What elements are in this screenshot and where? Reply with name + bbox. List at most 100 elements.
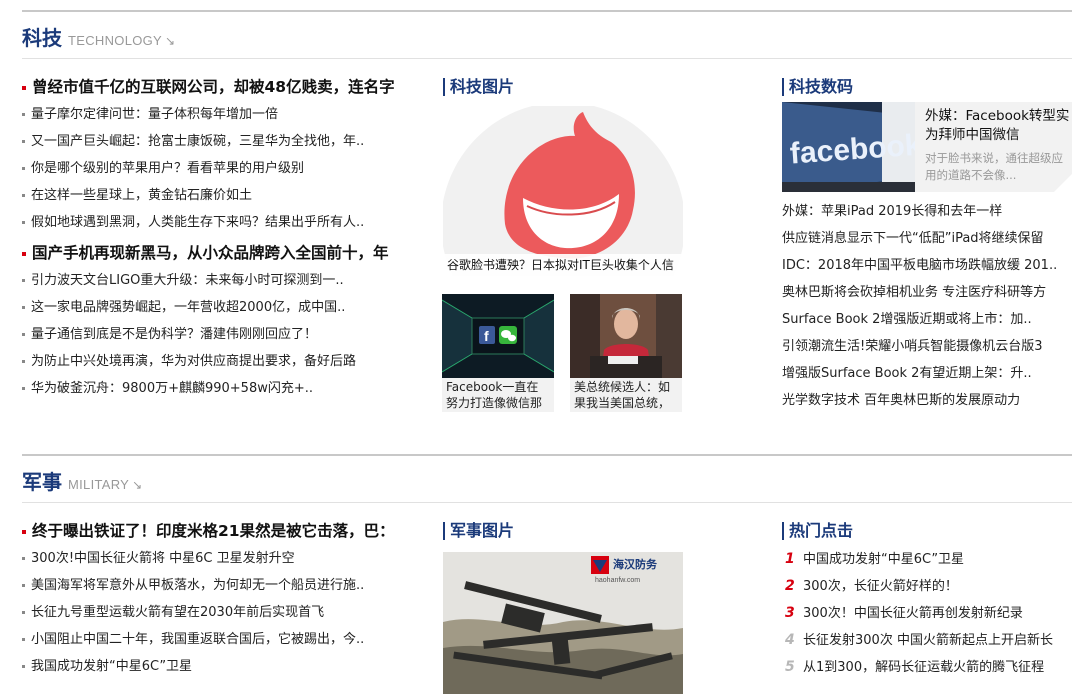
chat-bubble-logo-image — [443, 106, 683, 276]
hot-list-item[interactable]: 3 300次！中国长征火箭再创发射新纪录 — [782, 600, 1072, 627]
news-link[interactable]: 你是哪个级别的苹果用户？看看苹果的用户级别 — [22, 155, 414, 182]
hot-list-item[interactable]: 1 中国成功发射“中星6C”卫星 — [782, 546, 1072, 573]
news-link[interactable]: Surface Book 2增强版近期或将上市：加.. — [782, 306, 1072, 333]
rank-number: 1 — [785, 551, 795, 567]
digital-news-list: 外媒：苹果iPad 2019长得和去年一样 供应链消息显示下一代“低配”iPad… — [782, 198, 1072, 414]
hot-item-text: 从1到300，解码长征运载火箭的腾飞征程 — [803, 660, 1045, 675]
facebook-wechat-phone-image: f — [442, 294, 554, 378]
news-link[interactable]: 华为破釜沉舟：9800万+麒麟990+58w闪充+.. — [22, 375, 414, 402]
bullet-icon — [22, 557, 25, 560]
news-link[interactable]: 这一家电品牌强势崛起，一年营收超2000亿，成中国.. — [22, 294, 414, 321]
hot-item-text: 300次！中国长征火箭再创发射新纪录 — [803, 606, 1023, 621]
section-title-cn: 军事 — [22, 470, 62, 494]
bullet-icon — [22, 221, 25, 224]
bullet-icon — [22, 333, 25, 336]
feature-description: 对于脸书来说，通往超级应用的道路不会像... — [925, 151, 1063, 182]
tech-section: 科技 TECHNOLOGY ↘ 曾经市值千亿的互联网公司，却被48亿贱卖，连名字… — [0, 0, 1092, 440]
red-bullet-icon — [22, 251, 26, 256]
tech-main-picture[interactable]: 谷歌脸书遭殃？日本拟对IT巨头收集个人信 — [443, 106, 683, 276]
headline-link[interactable]: 终于曝出铁证了！印度米格21果然是被它击落，巴： — [22, 518, 414, 545]
news-link[interactable]: 引力波天文台LIGO重大升级：未来每小时可探测到一.. — [22, 267, 414, 294]
senator-portrait-image — [570, 294, 682, 378]
bullet-icon — [22, 387, 25, 390]
corner-fold-icon — [1054, 174, 1072, 192]
bullet-icon — [22, 167, 25, 170]
watermark-logo-text: 海汉防务 — [613, 557, 658, 571]
bullet-icon — [22, 306, 25, 309]
thumb-image: f — [442, 294, 554, 378]
rank-number: 3 — [785, 605, 795, 621]
news-link[interactable]: 供应链消息显示下一代“低配”iPad将继续保留 — [782, 225, 1072, 252]
news-link[interactable]: 300次!中国长征火箭将 中星6C 卫星发射升空 — [22, 545, 414, 572]
news-link[interactable]: 假如地球遇到黑洞，人类能生存下来吗？结果出乎所有人.. — [22, 209, 414, 236]
red-bullet-icon — [22, 529, 26, 534]
hot-item-text: 长征发射300次 中国火箭新起点上开启新长 — [803, 633, 1053, 648]
hot-list-item[interactable]: 4 长征发射300次 中国火箭新起点上开启新长 — [782, 627, 1072, 654]
military-section: 军事 MILITARY ↘ 终于曝出铁证了！印度米格21果然是被它击落，巴： 3… — [0, 444, 1092, 694]
facebook-wall-image: facebook — [782, 102, 915, 192]
news-link[interactable]: 量子摩尔定律问世：量子体积每年增加一倍 — [22, 101, 414, 128]
red-bullet-icon — [22, 85, 26, 90]
rank-number: 2 — [785, 578, 795, 594]
svg-text:f: f — [484, 328, 489, 344]
news-link[interactable]: 为防止中兴处境再演，华为对供应商提出要求，备好后路 — [22, 348, 414, 375]
news-link[interactable]: 引领潮流生活!荣耀小哨兵智能摄像机云台版3 — [782, 333, 1072, 360]
headline-link[interactable]: 曾经市值千亿的互联网公司，却被48亿贱卖，连名字 — [22, 74, 414, 101]
digital-feature-card[interactable]: facebook 外媒：Facebook转型实为拜师中国微信 对于脸书来说，通往… — [782, 102, 1072, 192]
bullet-icon — [22, 611, 25, 614]
news-link[interactable]: 奥林巴斯将会砍掉相机业务 专注医疗科研等方 — [782, 279, 1072, 306]
news-link[interactable]: 我国成功发射“中星6C”卫星 — [22, 653, 414, 680]
thumb-caption: Facebook一直在努力打造像微信那样 — [442, 378, 554, 412]
bullet-icon — [22, 140, 25, 143]
news-link[interactable]: 小国阻止中国二十年，我国重返联合国后，它被踢出，今.. — [22, 626, 414, 653]
section-title-en: TECHNOLOGY — [68, 33, 163, 48]
bullet-icon — [22, 584, 25, 587]
tech-thumb-card[interactable]: 美总统候选人：如果我当美国总统， — [570, 294, 682, 412]
tech-pictures-heading[interactable]: 科技图片 — [443, 78, 514, 96]
news-link[interactable]: 又一国产巨头崛起：抢富士康饭碗，三星华为全找他，年.. — [22, 128, 414, 155]
arrow-down-right-icon: ↘ — [132, 478, 143, 492]
bullet-icon — [22, 113, 25, 116]
hot-list-item[interactable]: 5 从1到300，解码长征运载火箭的腾飞征程 — [782, 654, 1072, 681]
hot-clicks-heading[interactable]: 热门点击 — [782, 522, 853, 540]
military-pictures-heading[interactable]: 军事图片 — [443, 522, 514, 540]
news-link[interactable]: 长征九号重型运载火箭有望在2030年前后实现首飞 — [22, 599, 414, 626]
tech-digital-heading[interactable]: 科技数码 — [782, 78, 853, 96]
tech-news-list: 曾经市值千亿的互联网公司，却被48亿贱卖，连名字 量子摩尔定律问世：量子体积每年… — [22, 74, 414, 402]
tech-thumb-card[interactable]: f Facebook一直在努力打造像微信那样 — [442, 294, 554, 412]
news-link[interactable]: 在这样一些星球上，黄金钻石廉价如土 — [22, 182, 414, 209]
section-title-divider — [22, 502, 1072, 503]
news-link[interactable]: 美国海军将军意外从甲板落水，为何却无一个船员进行施.. — [22, 572, 414, 599]
news-link[interactable]: 外媒：苹果iPad 2019长得和去年一样 — [782, 198, 1072, 225]
rank-number: 5 — [785, 659, 795, 675]
news-link[interactable]: 光学数字技术 百年奥林巴斯的发展原动力 — [782, 387, 1072, 414]
hot-item-text: 中国成功发射“中星6C”卫星 — [803, 552, 965, 567]
section-title-cn: 科技 — [22, 26, 62, 50]
military-section-title[interactable]: 军事 MILITARY ↘ — [22, 466, 142, 495]
bullet-icon — [22, 638, 25, 641]
section-title-en: MILITARY — [68, 477, 130, 492]
bullet-icon — [22, 279, 25, 282]
picture-caption: 谷歌脸书遭殃？日本拟对IT巨头收集个人信 — [443, 254, 683, 276]
hot-list-item[interactable]: 2 300次，长征火箭好样的！ — [782, 573, 1072, 600]
rank-number: 4 — [785, 632, 795, 648]
news-link[interactable]: IDC：2018年中国平板电脑市场跌幅放缓 201.. — [782, 252, 1072, 279]
watermark-url-text: haohanfw.com — [595, 577, 640, 584]
feature-title: 外媒：Facebook转型实为拜师中国微信 — [925, 108, 1070, 143]
hot-clicks-list: 1 中国成功发射“中星6C”卫星 2 300次，长征火箭好样的！ 3 300次！中国长… — [782, 546, 1072, 681]
thumb-caption: 美总统候选人：如果我当美国总统， — [570, 378, 682, 412]
hot-item-text: 300次，长征火箭好样的！ — [803, 579, 958, 594]
arrow-down-right-icon: ↘ — [165, 34, 176, 48]
feature-image: facebook — [782, 102, 915, 192]
military-news-list: 终于曝出铁证了！印度米格21果然是被它击落，巴： 300次!中国长征火箭将 中星… — [22, 518, 414, 680]
thumb-image — [570, 294, 682, 378]
military-main-picture[interactable]: 海汉防务 haohanfw.com — [443, 552, 683, 694]
headline-link[interactable]: 国产手机再现新黑马，从小众品牌跨入全国前十，年 — [22, 240, 414, 267]
news-link[interactable]: 量子通信到底是不是伪科学？潘建伟刚刚回应了！ — [22, 321, 414, 348]
tech-section-title[interactable]: 科技 TECHNOLOGY ↘ — [22, 22, 175, 51]
bullet-icon — [22, 360, 25, 363]
news-link[interactable]: 增强版Surface Book 2有望近期上架：升.. — [782, 360, 1072, 387]
section-title-divider — [22, 58, 1072, 59]
section-top-divider — [22, 10, 1072, 12]
bullet-icon — [22, 194, 25, 197]
